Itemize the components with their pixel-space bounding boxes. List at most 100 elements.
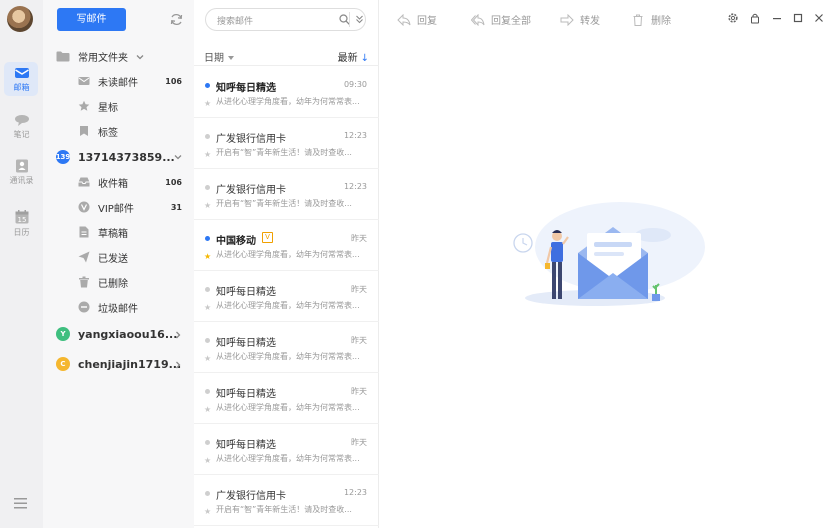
mail-time: 昨天 xyxy=(351,234,367,243)
sort-by-date[interactable]: 日期 xyxy=(204,49,234,64)
mail-list-item[interactable]: 知呼每日精选 昨天 ★ 从进化心理学角度看，幼年为何常常表... xyxy=(194,373,379,424)
folder-drafts[interactable]: 草稿箱 xyxy=(78,222,186,242)
order-label: 最新 xyxy=(337,53,358,64)
folder-label: VIP邮件 xyxy=(98,203,134,215)
account-yangxiaoou[interactable]: Y yangxiaoou16... xyxy=(56,327,177,341)
common-folders-group[interactable]: 常用文件夹 xyxy=(56,49,128,64)
folder-icon xyxy=(56,51,70,62)
sort-order[interactable]: 最新 ↓ xyxy=(338,49,369,64)
mail-list-item[interactable]: 广发银行信用卡 12:23 ★ 开启有“智”青年新生活！请及时查收... xyxy=(194,475,379,526)
arrow-down-icon: ↓ xyxy=(360,53,369,64)
mail-sender: 广发银行信用卡 xyxy=(216,185,286,196)
search-box[interactable]: 搜索邮件 xyxy=(205,8,366,31)
refresh-icon[interactable] xyxy=(169,12,184,27)
star-icon[interactable]: ★ xyxy=(204,151,211,159)
mail-list-panel: 搜索邮件 日期 最新 ↓ 知呼每日精选 09:30 ★ 从进化心理学角度看，幼年为何常常… xyxy=(194,0,379,528)
compose-button[interactable]: 写邮件 xyxy=(57,8,126,31)
rail-item-contacts[interactable]: 通讯录 xyxy=(0,159,43,186)
folder-sent[interactable]: 已发送 xyxy=(78,247,186,267)
empty-mail-illustration xyxy=(513,202,705,306)
calendar-day: 15 xyxy=(17,216,26,224)
mail-list-item[interactable]: 中国移动 V 昨天 ★ 从进化心理学角度看，幼年为何常常表... xyxy=(194,220,379,271)
folder-vip[interactable]: VIP邮件 31 xyxy=(78,197,186,217)
vip-badge: V xyxy=(262,232,273,243)
contacts-icon xyxy=(15,159,28,173)
folder-unread[interactable]: 未读邮件 106 xyxy=(78,71,186,91)
mail-sender: 知呼每日精选 xyxy=(216,287,276,298)
mail-list-item[interactable]: 广发银行信用卡 12:23 ★ 开启有“智”青年新生活！请及时查收... xyxy=(194,169,379,220)
folder-tags[interactable]: 标签 xyxy=(78,121,186,141)
folder-label: 草稿箱 xyxy=(98,228,128,240)
mail-list-item[interactable]: 知呼每日精选 昨天 ★ 从进化心理学角度看，幼年为何常常表... xyxy=(194,322,379,373)
star-icon[interactable]: ★ xyxy=(204,100,211,108)
account-139[interactable]: 139 13714373859... xyxy=(56,150,175,164)
folder-deleted[interactable]: 已删除 xyxy=(78,272,186,292)
chevron-right-icon[interactable] xyxy=(173,330,183,340)
folder-inbox[interactable]: 收件箱 106 xyxy=(78,172,186,192)
settings-gear-icon[interactable] xyxy=(727,12,739,24)
mail-list-item[interactable]: 知呼每日精选 09:30 ★ 从进化心理学角度看，幼年为何常常表... xyxy=(194,67,379,118)
mail-sender: 知呼每日精选 xyxy=(216,389,276,400)
unread-mail-icon xyxy=(78,77,90,85)
inbox-icon xyxy=(78,177,90,187)
mail-preview: 开启有“智”青年新生活！请及时查收... xyxy=(216,505,352,514)
rail-item-calendar[interactable]: 15 日历 xyxy=(0,209,43,238)
app-rail: 邮箱 笔记 通讯录 15 日历 xyxy=(0,0,43,528)
rail-item-notes[interactable]: 笔记 xyxy=(0,113,43,140)
rail-label: 日历 xyxy=(13,228,30,237)
calendar-icon: 15 xyxy=(15,210,28,224)
mail-app: 邮箱 笔记 通讯录 15 日历 写邮件 常用文件夹 未读邮件 106 星标 标签… xyxy=(0,0,836,528)
mail-preview: 从进化心理学角度看，幼年为何常常表... xyxy=(216,403,360,412)
mail-time: 12:23 xyxy=(343,131,367,140)
trash-icon xyxy=(633,14,643,26)
close-icon[interactable] xyxy=(813,12,825,24)
delete-button[interactable]: 删除 xyxy=(631,12,671,27)
read-dot xyxy=(205,491,210,496)
folder-starred[interactable]: 星标 xyxy=(78,96,186,116)
reply-all-label: 回复全部 xyxy=(491,16,531,27)
unread-count: 106 xyxy=(165,76,182,86)
reply-all-icon xyxy=(471,13,485,26)
star-icon[interactable]: ★ xyxy=(204,253,211,261)
account-chenjiajin[interactable]: C chenjiajin1719... xyxy=(56,357,181,371)
menu-icon[interactable] xyxy=(14,498,27,509)
avatar[interactable] xyxy=(7,6,33,32)
star-icon[interactable]: ★ xyxy=(204,508,211,516)
rail-item-mail[interactable]: 邮箱 xyxy=(0,62,43,96)
star-icon[interactable]: ★ xyxy=(204,355,211,363)
reply-all-button[interactable]: 回复全部 xyxy=(471,12,531,27)
mail-preview: 开启有“智”青年新生活！请及时查收... xyxy=(216,148,352,157)
star-icon[interactable]: ★ xyxy=(204,406,211,414)
mail-list-item[interactable]: 广发银行信用卡 12:23 ★ 开启有“智”青年新生活！请及时查收... xyxy=(194,118,379,169)
folder-spam[interactable]: 垃圾邮件 xyxy=(78,297,186,317)
double-chevron-down-icon[interactable] xyxy=(355,15,364,24)
read-dot xyxy=(205,134,210,139)
star-icon[interactable]: ★ xyxy=(204,457,211,465)
forward-icon xyxy=(560,13,574,26)
mail-preview: 从进化心理学角度看，幼年为何常常表... xyxy=(216,250,360,259)
draft-icon xyxy=(79,226,89,238)
star-icon xyxy=(78,100,90,111)
chevron-down-icon[interactable] xyxy=(135,52,145,62)
chevron-right-icon[interactable] xyxy=(173,360,183,370)
mail-list-item[interactable]: 知呼每日精选 昨天 ★ 从进化心理学角度看，幼年为何常常表... xyxy=(194,424,379,475)
note-icon xyxy=(14,115,29,126)
star-icon[interactable]: ★ xyxy=(204,304,211,312)
chevron-down-icon[interactable] xyxy=(173,152,183,162)
minimize-icon[interactable] xyxy=(771,12,783,24)
rail-label: 邮箱 xyxy=(13,83,30,92)
forward-button[interactable]: 转发 xyxy=(560,12,600,27)
rail-label: 通讯录 xyxy=(9,176,34,185)
reply-button[interactable]: 回复 xyxy=(397,12,437,27)
maximize-icon[interactable] xyxy=(792,12,804,24)
folder-label: 已删除 xyxy=(98,278,128,290)
folder-panel: 写邮件 常用文件夹 未读邮件 106 星标 标签 139 13714373859… xyxy=(43,0,194,528)
mail-preview: 从进化心理学角度看，幼年为何常常表... xyxy=(216,352,360,361)
mail-sender: 知呼每日精选 xyxy=(216,83,276,94)
search-input[interactable]: 搜索邮件 xyxy=(217,14,253,27)
lock-icon[interactable] xyxy=(749,12,761,24)
mail-list-item[interactable]: 知呼每日精选 昨天 ★ 从进化心理学角度看，幼年为何常常表... xyxy=(194,271,379,322)
sort-bar: 日期 最新 ↓ xyxy=(194,44,379,66)
star-icon[interactable]: ★ xyxy=(204,202,211,210)
mail-preview: 从进化心理学角度看，幼年为何常常表... xyxy=(216,97,360,106)
